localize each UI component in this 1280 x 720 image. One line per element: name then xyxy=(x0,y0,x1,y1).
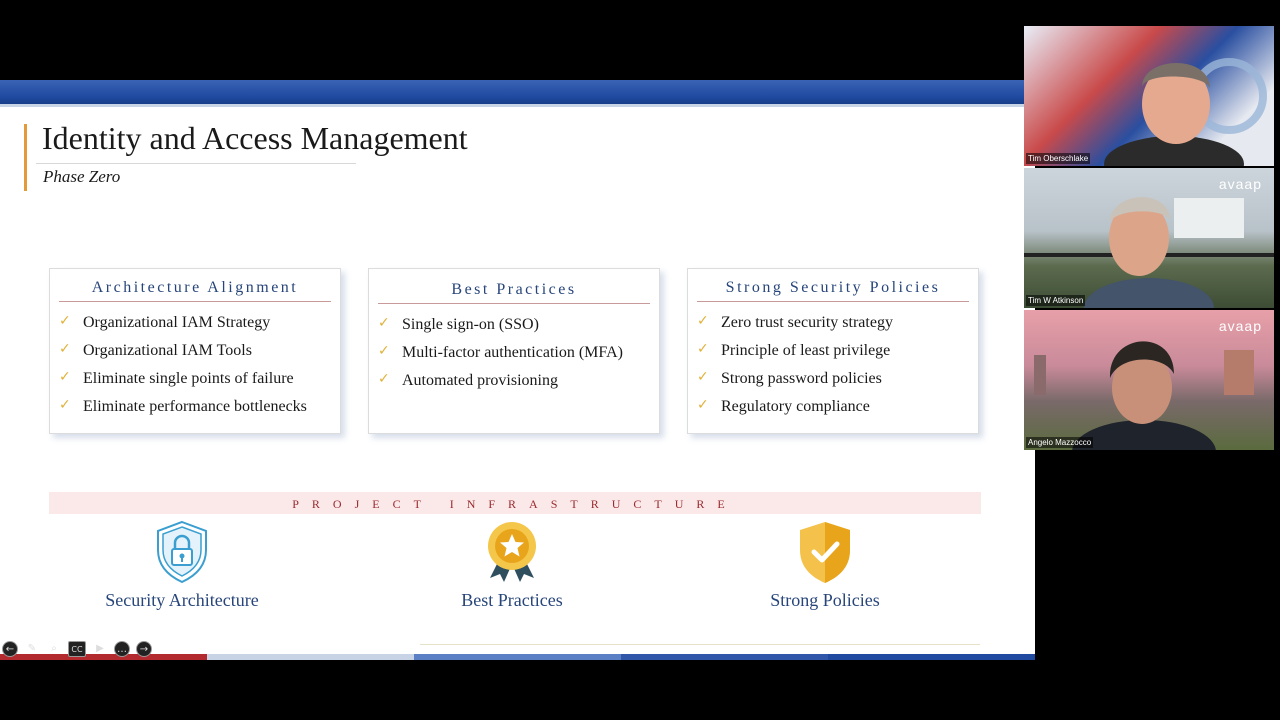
title-accent-bar xyxy=(24,124,27,191)
shield-check-icon xyxy=(800,522,850,583)
participant-video-1[interactable]: Tim Oberschlake xyxy=(1024,26,1274,166)
check-icon: ✓ xyxy=(59,341,71,357)
check-icon: ✓ xyxy=(378,315,390,331)
check-icon: ✓ xyxy=(378,371,390,387)
participant-name: Tim W Atkinson xyxy=(1026,295,1086,306)
project-infrastructure-label: PROJECT INFRASTRUCTURE xyxy=(292,497,738,511)
slide-subtitle: Phase Zero xyxy=(43,167,121,186)
check-icon: ✓ xyxy=(697,341,709,357)
infra-label: Strong Policies xyxy=(770,590,880,610)
captions-icon[interactable]: CC xyxy=(68,641,86,657)
participant-name: Angelo Mazzocco xyxy=(1026,437,1094,448)
list-item: ✓ Regulatory compliance xyxy=(697,392,978,420)
card-divider xyxy=(378,303,650,304)
list-item: ✓ Multi-factor authentication (MFA) xyxy=(378,338,659,366)
card-strong-security-policies: Strong Security Policies ✓ Zero trust sec… xyxy=(687,268,979,434)
list-item: ✓ Zero trust security strategy xyxy=(697,308,978,336)
check-icon: ✓ xyxy=(697,369,709,385)
slide-header-bar xyxy=(0,80,1035,107)
list-item: ✓ Organizational IAM Strategy xyxy=(59,308,340,336)
card-heading: Architecture Alignment xyxy=(91,279,299,296)
participant-avatar xyxy=(1104,58,1267,166)
infra-security-architecture: Security Architecture xyxy=(82,520,282,611)
check-icon: ✓ xyxy=(59,397,71,413)
title-divider xyxy=(36,163,356,164)
card-divider xyxy=(697,301,969,302)
check-icon: ✓ xyxy=(59,369,71,385)
list-item: ✓ Automated provisioning xyxy=(378,366,659,394)
infra-label: Security Architecture xyxy=(105,590,259,610)
check-icon: ✓ xyxy=(697,313,709,329)
infra-strong-policies: Strong Policies xyxy=(725,520,925,611)
slide-footer-bar xyxy=(0,654,1035,660)
footer-divider xyxy=(420,644,980,645)
next-icon[interactable]: → xyxy=(136,641,152,657)
list-item: ✓ Eliminate single points of failure xyxy=(59,364,340,392)
card-heading: Strong Security Policies xyxy=(725,279,941,296)
prev-icon[interactable]: ← xyxy=(2,641,18,657)
project-infrastructure-band: PROJECT INFRASTRUCTURE xyxy=(49,492,981,514)
camera-icon[interactable]: ▶ xyxy=(92,641,108,657)
zoom-icon[interactable]: ⌕ xyxy=(46,641,62,657)
shield-lock-icon xyxy=(157,520,207,584)
brand-watermark: avaap xyxy=(1218,176,1262,192)
list-item: ✓ Eliminate performance bottlenecks xyxy=(59,392,340,420)
card-heading: Best Practices xyxy=(451,281,577,298)
check-icon: ✓ xyxy=(697,397,709,413)
card-best-practices: Best Practices ✓ Single sign-on (SSO) ✓ Mu… xyxy=(368,268,660,434)
presentation-toolbar: ← ✎ ⌕ CC ▶ … → xyxy=(0,640,152,658)
infra-label: Best Practices xyxy=(461,590,563,610)
participant-name: Tim Oberschlake xyxy=(1026,153,1091,164)
card-divider xyxy=(59,301,331,302)
list-item: ✓ Principle of least privilege xyxy=(697,336,978,364)
check-icon: ✓ xyxy=(378,343,390,359)
participant-video-2[interactable]: avaap Tim W Atkinson xyxy=(1024,168,1274,308)
slide-title: Identity and Access Management xyxy=(42,120,468,156)
pen-icon[interactable]: ✎ xyxy=(24,641,40,657)
list-item: ✓ Organizational IAM Tools xyxy=(59,336,340,364)
brand-watermark: avaap xyxy=(1218,318,1262,334)
star-medal-icon xyxy=(488,522,536,582)
infra-best-practices: Best Practices xyxy=(412,520,612,611)
participant-video-3[interactable]: avaap Angelo Mazzocco xyxy=(1024,310,1274,450)
list-item: ✓ Single sign-on (SSO) xyxy=(378,310,659,338)
more-icon[interactable]: … xyxy=(114,641,130,657)
presentation-slide: Identity and Access Management Phase Zer… xyxy=(0,80,1035,660)
check-icon: ✓ xyxy=(59,313,71,329)
card-architecture-alignment: Architecture Alignment ✓ Organizational I… xyxy=(49,268,341,434)
list-item: ✓ Strong password policies xyxy=(697,364,978,392)
